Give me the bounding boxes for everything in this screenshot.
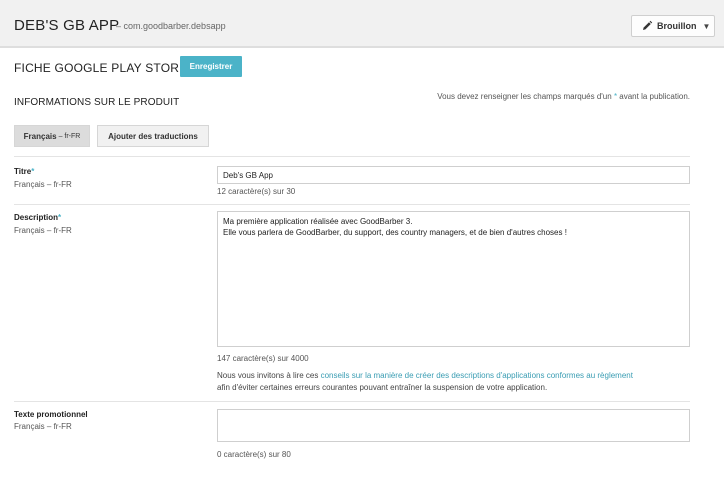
- title-field-label: Titre*: [14, 167, 34, 176]
- promo-field-language: Français – fr-FR: [14, 422, 72, 431]
- description-guidelines-link[interactable]: conseils sur la manière de créer des des…: [321, 371, 633, 380]
- required-star: *: [31, 167, 35, 176]
- pencil-icon: [643, 20, 653, 30]
- description-label-text: Description: [14, 213, 59, 222]
- caret-down-icon: ▼: [702, 21, 711, 31]
- required-star: *: [58, 213, 62, 222]
- title-char-counter: 12 caractère(s) sur 30: [217, 187, 296, 196]
- required-note-text-end: avant la publication.: [617, 92, 690, 101]
- tab-french-code: – fr-FR: [58, 132, 81, 140]
- title-label-text: Titre: [14, 167, 32, 176]
- app-title: DEB'S GB APP: [14, 17, 120, 34]
- divider: [14, 401, 690, 402]
- section-title: INFORMATIONS SUR LE PRODUIT: [14, 97, 180, 108]
- description-field-language: Français – fr-FR: [14, 226, 72, 235]
- divider: [14, 156, 690, 157]
- title-input[interactable]: Deb's GB App: [217, 166, 690, 184]
- tab-french[interactable]: Français – fr-FR: [14, 125, 90, 147]
- promo-char-counter: 0 caractère(s) sur 80: [217, 450, 291, 459]
- required-note-text: Vous devez renseigner les champs marqués…: [437, 92, 614, 101]
- description-textarea[interactable]: Ma première application réalisée avec Go…: [217, 211, 690, 347]
- save-button[interactable]: Enregistrer: [180, 56, 242, 77]
- tab-french-label: Français: [23, 131, 57, 141]
- title-field-language: Français – fr-FR: [14, 180, 72, 189]
- status-label: Brouillon: [657, 21, 697, 31]
- status-dropdown-button[interactable]: Brouillon ▼: [631, 15, 715, 37]
- page-title: FICHE GOOGLE PLAY STORE: [14, 61, 188, 75]
- required-fields-note: Vous devez renseigner les champs marqués…: [437, 92, 690, 101]
- description-field-label: Description*: [14, 213, 61, 222]
- promo-field-label: Texte promotionnel: [14, 410, 88, 419]
- add-translations-button[interactable]: Ajouter des traductions: [97, 125, 209, 147]
- divider: [14, 204, 690, 205]
- description-line: Ma première application réalisée avec Go…: [223, 217, 413, 226]
- help-text-intro: Nous vous invitons à lire ces: [217, 371, 321, 380]
- description-char-counter: 147 caractère(s) sur 4000: [217, 354, 309, 363]
- help-text-outro: afin d'éviter certaines erreurs courante…: [217, 383, 548, 392]
- description-help-text: Nous vous invitons à lire ces conseils s…: [217, 370, 633, 394]
- promo-text-input[interactable]: [217, 409, 690, 442]
- top-bar: DEB'S GB APP – com.goodbarber.debsapp Br…: [0, 0, 724, 48]
- description-line: Elle vous parlera de GoodBarber, du supp…: [223, 228, 567, 237]
- app-package-name: – com.goodbarber.debsapp: [116, 21, 226, 31]
